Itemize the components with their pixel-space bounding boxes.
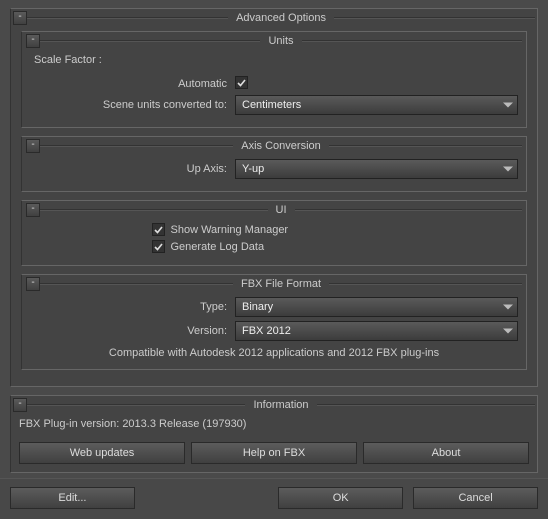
collapse-ui[interactable]: - [26, 203, 40, 217]
web-updates-button[interactable]: Web updates [19, 442, 185, 464]
collapse-information[interactable]: - [13, 398, 27, 412]
chevron-down-icon [503, 329, 513, 334]
converted-label: Scene units converted to: [30, 99, 235, 111]
scene-units-select[interactable]: Centimeters [235, 95, 518, 115]
warning-label: Show Warning Manager [171, 224, 289, 236]
chevron-down-icon [503, 305, 513, 310]
advanced-options-group: - Advanced Options - Units Scale Factor … [10, 8, 538, 387]
up-axis-label: Up Axis: [30, 163, 235, 175]
chevron-down-icon [503, 103, 513, 108]
log-label: Generate Log Data [171, 241, 265, 253]
type-label: Type: [30, 301, 235, 313]
edit-button[interactable]: Edit... [10, 487, 135, 509]
information-group: - Information FBX Plug-in version: 2013.… [10, 395, 538, 473]
plugin-version-text: FBX Plug-in version: 2013.3 Release (197… [19, 418, 529, 430]
warning-checkbox[interactable] [152, 223, 165, 236]
advanced-title: Advanced Options [228, 12, 334, 24]
compat-text: Compatible with Autodesk 2012 applicatio… [30, 347, 518, 359]
chevron-down-icon [503, 167, 513, 172]
automatic-label: Automatic [30, 78, 235, 90]
cancel-button[interactable]: Cancel [413, 487, 538, 509]
dialog-footer: Edit... OK Cancel [0, 478, 548, 519]
about-button[interactable]: About [363, 442, 529, 464]
ui-group: - UI Show Warning Manager Generate Log D… [21, 200, 527, 266]
axis-group: - Axis Conversion Up Axis: Y-up [21, 136, 527, 192]
information-title: Information [245, 399, 316, 411]
units-group: - Units Scale Factor : Automatic Scene u… [21, 31, 527, 128]
axis-title: Axis Conversion [233, 140, 328, 152]
type-value: Binary [242, 301, 273, 313]
collapse-axis[interactable]: - [26, 139, 40, 153]
version-value: FBX 2012 [242, 325, 291, 337]
units-title: Units [260, 35, 301, 47]
fbx-group: - FBX File Format Type: Binary Version: … [21, 274, 527, 370]
collapse-fbx[interactable]: - [26, 277, 40, 291]
collapse-advanced[interactable]: - [13, 11, 27, 25]
type-select[interactable]: Binary [235, 297, 518, 317]
ui-title: UI [268, 204, 295, 216]
up-axis-value: Y-up [242, 163, 264, 175]
automatic-checkbox[interactable] [235, 76, 248, 89]
collapse-units[interactable]: - [26, 34, 40, 48]
scale-factor-label: Scale Factor : [34, 54, 518, 66]
version-label: Version: [30, 325, 235, 337]
scene-units-value: Centimeters [242, 99, 301, 111]
ok-button[interactable]: OK [278, 487, 403, 509]
version-select[interactable]: FBX 2012 [235, 321, 518, 341]
up-axis-select[interactable]: Y-up [235, 159, 518, 179]
fbx-title: FBX File Format [233, 278, 329, 290]
help-on-fbx-button[interactable]: Help on FBX [191, 442, 357, 464]
log-checkbox[interactable] [152, 240, 165, 253]
